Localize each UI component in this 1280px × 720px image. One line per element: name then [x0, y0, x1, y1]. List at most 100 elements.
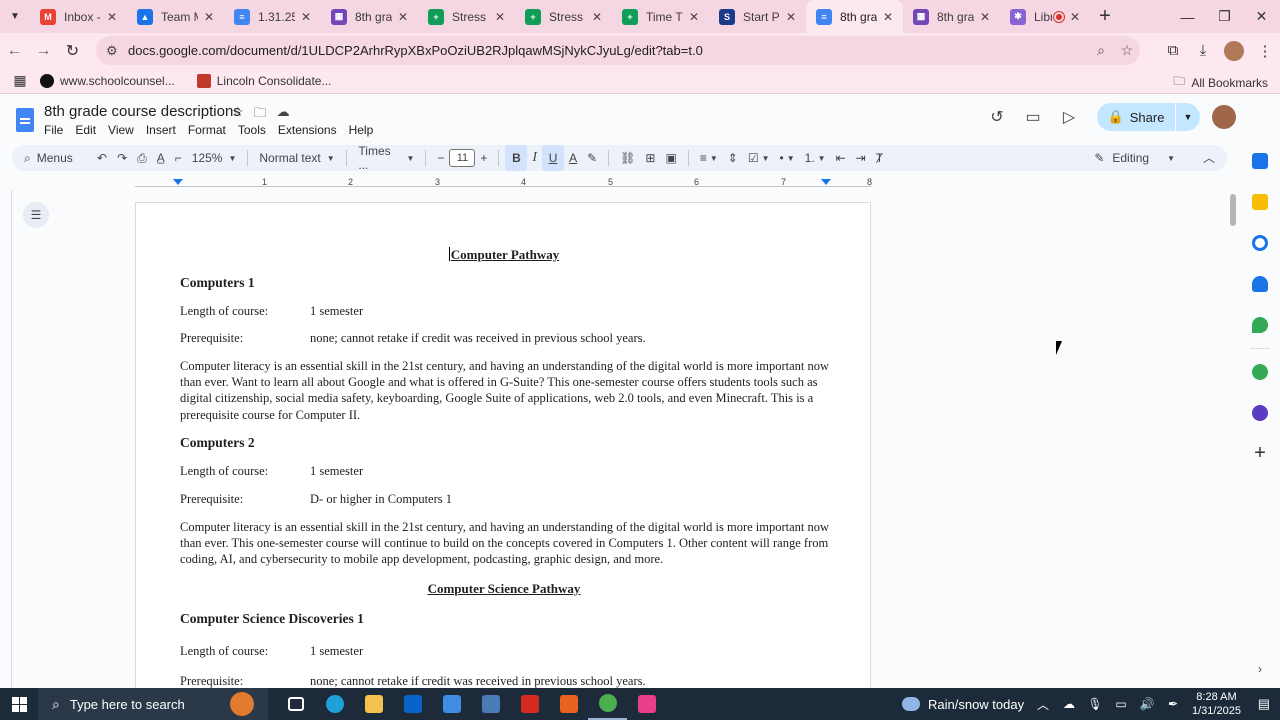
taskbar-app-edge[interactable] — [315, 688, 354, 720]
browser-tab[interactable]: + Time Trac ✕ — [612, 0, 709, 33]
tab-close-icon[interactable]: ✕ — [396, 10, 410, 24]
menu-file[interactable]: File — [44, 123, 63, 137]
document-title[interactable]: 8th grade course descriptions — [44, 103, 241, 120]
comments-icon[interactable]: ▭ — [1015, 107, 1051, 127]
tab-close-icon[interactable]: ✕ — [881, 10, 895, 24]
document-scrollbar[interactable] — [1226, 190, 1240, 690]
taskbar-app-calculator[interactable] — [471, 688, 510, 720]
share-button[interactable]: 🔒 Share — [1097, 103, 1175, 131]
redo-icon[interactable]: ↷ — [112, 145, 132, 171]
text-color-icon[interactable]: A — [564, 145, 582, 171]
font-select[interactable]: Times ... ▼ — [353, 144, 419, 172]
addon-icon[interactable] — [1252, 364, 1268, 380]
addon-icon[interactable] — [1252, 405, 1268, 421]
tab-close-icon[interactable]: ✕ — [687, 10, 701, 24]
print-icon[interactable]: ⎙ — [132, 145, 152, 171]
zoom-icon[interactable]: ⌕ — [1088, 42, 1114, 59]
taskbar-app-file-explorer[interactable] — [354, 688, 393, 720]
weather-widget[interactable]: Rain/snow today — [902, 688, 1024, 720]
italic-icon[interactable]: I — [527, 145, 542, 171]
browser-tab[interactable]: ✱ Librar ✕ — [1000, 0, 1090, 33]
menu-insert[interactable]: Insert — [146, 123, 176, 137]
undo-icon[interactable]: ↶ — [92, 145, 112, 171]
link-icon[interactable]: ⛓ — [615, 145, 640, 171]
browser-tab[interactable]: ▦ 8th grade ✕ — [903, 0, 1000, 33]
network-icon[interactable]: ▭ — [1108, 697, 1134, 711]
image-icon[interactable]: ▣ — [660, 145, 681, 171]
checklist-icon[interactable]: ☑ ▼ — [743, 145, 775, 171]
right-indent-marker[interactable] — [821, 179, 831, 185]
menu-edit[interactable]: Edit — [75, 123, 96, 137]
tab-close-icon[interactable]: ✕ — [105, 10, 119, 24]
get-addons-icon[interactable]: + — [1254, 442, 1266, 465]
clock[interactable]: 8:28 AM 1/31/2025 — [1192, 690, 1241, 718]
browser-tab[interactable]: ≡ 8th grade ✕ — [806, 0, 903, 33]
pen-icon[interactable]: ✒ — [1160, 697, 1186, 711]
bookmark-item[interactable]: www.schoolcounsel... — [40, 73, 175, 88]
contacts-icon[interactable] — [1252, 276, 1268, 292]
volume-icon[interactable]: 🔊 — [1134, 697, 1160, 711]
numbered-list-icon[interactable]: 1. ▼ — [800, 145, 831, 171]
version-history-icon[interactable]: ↺ — [979, 107, 1015, 127]
increase-indent-icon[interactable]: ⇥ — [851, 145, 871, 171]
expand-panel-icon[interactable]: › — [1258, 662, 1262, 676]
bookmark-item[interactable]: Lincoln Consolidate... — [196, 73, 331, 88]
style-select[interactable]: Normal text ▼ — [254, 145, 340, 171]
onedrive-icon[interactable]: ☁ — [1056, 697, 1082, 711]
meet-icon[interactable]: ▷ — [1051, 107, 1087, 127]
tab-close-icon[interactable]: ✕ — [978, 10, 992, 24]
tasks-icon[interactable] — [1252, 235, 1268, 251]
taskbar-app-app-dw[interactable] — [549, 688, 588, 720]
menu-help[interactable]: Help — [349, 123, 374, 137]
tab-search-icon[interactable]: ▼ — [0, 0, 30, 33]
browser-tab[interactable]: S Start Pag ✕ — [709, 0, 806, 33]
bullet-list-icon[interactable]: • ▼ — [775, 145, 800, 171]
menu-extensions[interactable]: Extensions — [278, 123, 337, 137]
minimize-icon[interactable]: — — [1169, 0, 1206, 33]
browser-tab[interactable]: ≡ 1.31.25 A ✕ — [224, 0, 321, 33]
microphone-icon[interactable]: 🎙 — [1082, 697, 1108, 711]
comment-icon[interactable]: ⊞ — [640, 145, 660, 171]
maps-icon[interactable] — [1252, 317, 1268, 333]
align-icon[interactable]: ≡ ▼ — [695, 145, 723, 171]
site-info-icon[interactable]: ⚙ — [106, 43, 128, 59]
apps-grid-icon[interactable]: ▦ — [0, 72, 40, 89]
taskbar-app-app-pen[interactable] — [627, 688, 666, 720]
show-hidden-icons[interactable]: ︿ — [1030, 696, 1056, 713]
hide-menus-icon[interactable]: ︿ — [1203, 149, 1215, 166]
browser-tab[interactable]: + Stress Le ✕ — [418, 0, 515, 33]
highlight-icon[interactable]: ✎ — [582, 145, 602, 171]
zoom-select[interactable]: 125% ▼ — [187, 145, 242, 171]
calendar-icon[interactable] — [1252, 153, 1268, 169]
keep-icon[interactable] — [1252, 194, 1268, 210]
restore-icon[interactable]: ❐ — [1206, 0, 1243, 33]
taskbar-app-acrobat[interactable] — [510, 688, 549, 720]
browser-tab[interactable]: M Inbox - w ✕ — [30, 0, 127, 33]
notifications-icon[interactable]: ▤ — [1258, 696, 1270, 712]
tab-close-icon[interactable]: ✕ — [202, 10, 216, 24]
spellcheck-icon[interactable]: A̲ — [152, 145, 170, 171]
scrollbar-thumb[interactable] — [1230, 194, 1236, 226]
document-outline-icon[interactable]: ☰ — [23, 202, 49, 228]
tab-close-icon[interactable]: ✕ — [1068, 10, 1082, 24]
editing-mode-select[interactable]: ✎ Editing ▼ — [1094, 145, 1175, 171]
browser-tab[interactable]: ▲ Team Me ✕ — [127, 0, 224, 33]
url-text[interactable]: docs.google.com/document/d/1ULDCP2ArhrRy… — [128, 43, 1088, 58]
all-bookmarks-button[interactable]: 🗀 All Bookmarks — [1173, 72, 1268, 93]
horizontal-ruler[interactable]: 1 2 3 4 5 6 7 8 — [135, 177, 872, 189]
vertical-ruler[interactable] — [0, 190, 12, 690]
browser-tab[interactable]: ▦ 8th grade ✕ — [321, 0, 418, 33]
paint-format-icon[interactable]: ⌐ — [170, 145, 187, 171]
menus-search[interactable]: ⌕ Menus — [12, 145, 92, 171]
start-button[interactable] — [0, 696, 38, 712]
clear-formatting-icon[interactable]: Ⱦ — [871, 145, 888, 171]
reload-icon[interactable]: ↻ — [58, 36, 87, 66]
tab-close-icon[interactable]: ✕ — [299, 10, 313, 24]
font-size-input[interactable]: 11 — [449, 149, 476, 167]
new-tab-button[interactable]: + — [1090, 5, 1120, 28]
decrease-indent-icon[interactable]: ⇤ — [831, 145, 851, 171]
docs-logo-icon[interactable] — [16, 108, 34, 132]
browser-menu-icon[interactable]: ⋮ — [1250, 42, 1280, 60]
taskbar-app-chrome[interactable] — [588, 688, 627, 720]
share-dropdown-icon[interactable]: ▼ — [1176, 103, 1200, 131]
